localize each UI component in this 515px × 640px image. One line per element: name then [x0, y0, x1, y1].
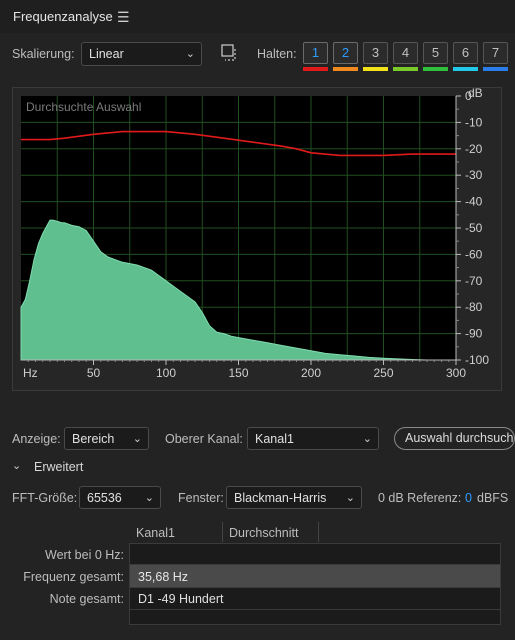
hold-button-5[interactable]: 5 — [423, 42, 448, 64]
hold-button-4[interactable]: 4 — [393, 42, 418, 64]
row-label-total-note: Note gesamt: — [49, 592, 124, 606]
hold-color-swatch-6 — [453, 67, 478, 71]
chart-svg: Durchsuchte Auswahl50 100 150 200 250 300Hz0-… — [20, 88, 489, 380]
reference-value[interactable]: 0 — [465, 491, 472, 505]
hold-color-swatch-5 — [423, 67, 448, 71]
hold-color-swatch-4 — [393, 67, 418, 71]
panel-title: Frequenzanalyse — [13, 9, 113, 24]
anzeige-select[interactable]: Bereich ⌄ — [64, 427, 149, 450]
row-divider — [130, 609, 500, 610]
y-tick-label: -10 — [465, 115, 483, 129]
scaling-select[interactable]: Linear ⌄ — [81, 42, 202, 66]
scan-selection-button[interactable]: Auswahl durchsuchen — [394, 427, 515, 450]
x-tick-label: 50 — [87, 366, 101, 380]
y-tick-label: -70 — [465, 274, 483, 288]
x-tick-label: 150 — [228, 366, 248, 380]
row-divider — [130, 564, 500, 565]
fft-label: FFT-Größe: — [12, 491, 78, 505]
kanal-select[interactable]: Kanal1 ⌄ — [247, 427, 379, 450]
total-frequency-value: 35,68 Hz — [138, 570, 189, 584]
hold-color-swatch-1 — [303, 67, 328, 71]
window-value: Blackman-Harris — [234, 491, 327, 505]
anzeige-value: Bereich — [72, 432, 115, 446]
y-tick-label: -60 — [465, 247, 483, 261]
fft-value: 65536 — [87, 491, 122, 505]
column-header-average: Durchschnitt — [229, 526, 299, 540]
hold-button-1[interactable]: 1 — [303, 42, 328, 64]
chevron-down-icon: ⌄ — [345, 492, 355, 504]
chevron-down-icon: ⌄ — [362, 433, 372, 445]
row-label-value-at-0hz: Wert bei 0 Hz: — [45, 548, 124, 562]
scaling-label: Skalierung: — [12, 47, 75, 61]
anzeige-label: Anzeige: — [12, 432, 61, 446]
y-tick-label: -80 — [465, 300, 483, 314]
hold-color-swatch-2 — [333, 67, 358, 71]
frequency-chart: Durchsuchte Auswahl 50 100 150 200 250 300 Hz 0-… — [12, 87, 502, 391]
hold-button-3[interactable]: 3 — [363, 42, 388, 64]
y-tick-label: -100 — [465, 353, 489, 367]
column-divider — [222, 522, 223, 542]
y-axis-label: dB — [468, 88, 483, 100]
hold-button-6[interactable]: 6 — [453, 42, 478, 64]
y-tick-label: -20 — [465, 142, 483, 156]
hold-color-swatch-7 — [483, 67, 508, 71]
column-header-kanal1: Kanal1 — [136, 526, 175, 540]
y-tick-label: -50 — [465, 221, 483, 235]
y-tick-label: -30 — [465, 168, 483, 182]
x-tick-label: 200 — [301, 366, 321, 380]
x-tick-label: 300 — [446, 366, 466, 380]
chevron-down-icon: ⌄ — [132, 433, 142, 445]
hamburger-icon[interactable]: ☰ — [117, 9, 130, 26]
column-divider — [318, 522, 319, 542]
chevron-down-icon: ⌄ — [185, 48, 195, 60]
advanced-section-label[interactable]: Erweitert — [34, 460, 83, 474]
y-tick-label: -90 — [465, 327, 483, 341]
kanal-value: Kanal1 — [255, 432, 294, 446]
x-axis-label: Hz — [23, 366, 38, 380]
row-divider — [130, 587, 500, 588]
copy-frame-icon[interactable] — [221, 44, 239, 62]
reference-label: 0 dB Referenz: — [378, 491, 462, 505]
chart-title: Durchsuchte Auswahl — [26, 100, 141, 114]
kanal-label: Oberer Kanal: — [165, 432, 243, 446]
x-tick-label: 250 — [373, 366, 393, 380]
hold-color-swatch-3 — [363, 67, 388, 71]
chevron-down-icon: ⌄ — [144, 492, 154, 504]
window-label: Fenster: — [178, 491, 224, 505]
total-note-value: D1 -49 Hundert — [138, 592, 224, 606]
reference-unit: dBFS — [477, 491, 509, 505]
chevron-down-icon[interactable]: ⌄ — [12, 459, 21, 472]
x-tick-label: 100 — [156, 366, 176, 380]
window-select[interactable]: Blackman-Harris ⌄ — [226, 486, 362, 509]
hold-button-7[interactable]: 7 — [483, 42, 508, 64]
fft-select[interactable]: 65536 ⌄ — [79, 486, 161, 509]
hold-button-2[interactable]: 2 — [333, 42, 358, 64]
hold-label: Halten: — [257, 47, 297, 61]
scaling-value: Linear — [89, 47, 124, 61]
y-tick-label: -40 — [465, 195, 483, 209]
row-label-total-frequency: Frequenz gesamt: — [23, 570, 124, 584]
